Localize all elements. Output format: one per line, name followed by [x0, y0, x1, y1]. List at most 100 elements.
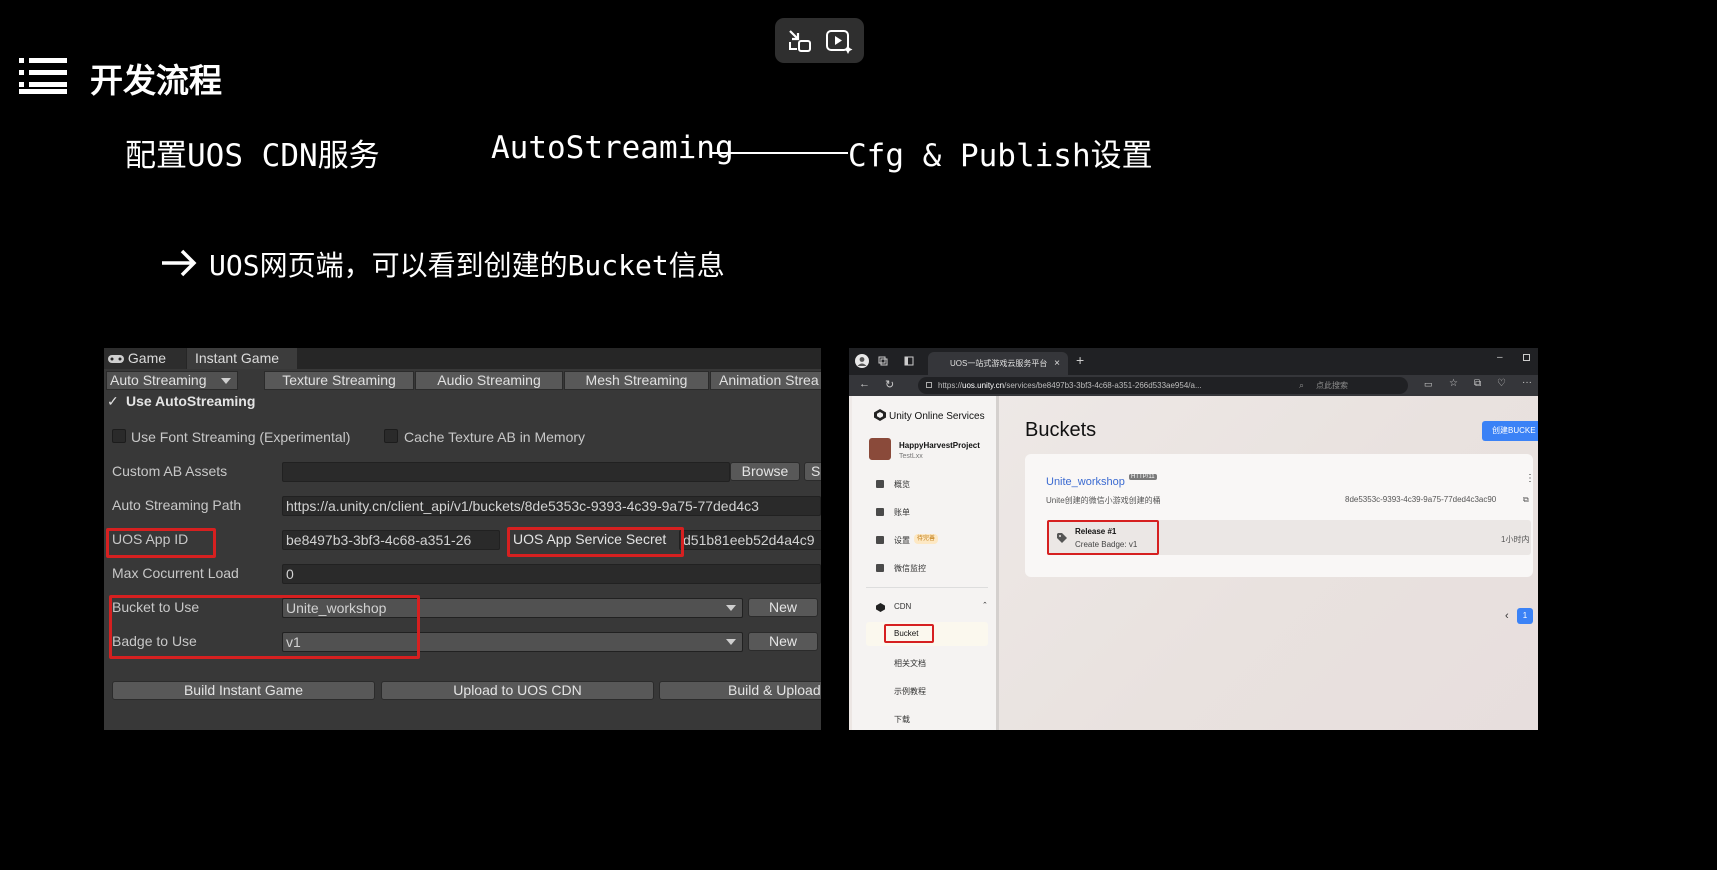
- highlight-app-secret: [507, 527, 684, 557]
- bucket-name-link[interactable]: Unite_workshop: [1046, 476, 1125, 488]
- extensions-icon[interactable]: ♡: [1497, 378, 1506, 389]
- arrow-right-icon: [160, 248, 198, 278]
- sidebar-item-overview[interactable]: 概览: [894, 479, 910, 490]
- max-load-field[interactable]: 0: [282, 564, 821, 584]
- build-and-upload-button[interactable]: Build & Upload: [659, 681, 821, 700]
- more-icon[interactable]: ···: [1522, 377, 1532, 388]
- unity-logo-icon: [874, 409, 886, 421]
- tab-game[interactable]: Game: [104, 348, 186, 369]
- wechat-monitor-icon: [876, 564, 884, 572]
- chevron-down-icon: [726, 639, 736, 645]
- tab-audio-streaming[interactable]: Audio Streaming: [415, 371, 563, 390]
- chevron-down-icon: [221, 378, 231, 384]
- url-host: uos.unity.cn: [962, 381, 1005, 390]
- mode-dropdown-value: Auto Streaming: [110, 372, 207, 388]
- url-path: /services/be8497b3-3bf3-4c68-a351-266d53…: [1004, 381, 1202, 390]
- secondary-browse-button[interactable]: S: [804, 462, 821, 481]
- sidebar-item-cdn[interactable]: CDN: [894, 602, 911, 611]
- sidebar-item-tutorials[interactable]: 示例教程: [894, 686, 926, 697]
- profile-icon[interactable]: [855, 354, 869, 368]
- tab-animation-streaming[interactable]: Animation Strea: [710, 371, 821, 390]
- close-tab-icon[interactable]: ×: [1054, 352, 1060, 375]
- highlight-bucket-nav: [884, 624, 934, 643]
- custom-ab-field[interactable]: [282, 462, 730, 482]
- sidebar-item-settings[interactable]: 设置: [894, 535, 910, 546]
- max-load-label: Max Cocurrent Load: [112, 565, 239, 581]
- use-autostreaming-label: Use AutoStreaming: [126, 393, 256, 409]
- browser-search-field[interactable]: ⌕ 点此搜索: [1290, 377, 1408, 394]
- bucket-protocol-badge: HTTP/11: [1129, 474, 1157, 480]
- back-icon[interactable]: ←: [859, 378, 870, 390]
- uos-app-id-field[interactable]: be8497b3-3bf3-4c68-a351-26: [282, 530, 500, 550]
- tab-texture-streaming[interactable]: Texture Streaming: [264, 371, 414, 390]
- pagination-page[interactable]: 1: [1517, 608, 1533, 624]
- tab-actions-icon[interactable]: [904, 356, 914, 366]
- subtitle-cdn: 配置UOS CDN服务: [125, 138, 380, 174]
- gamepad-icon: [108, 355, 124, 363]
- build-instant-game-button[interactable]: Build Instant Game: [112, 681, 375, 700]
- search-icon: ⌕: [1299, 380, 1305, 390]
- subtitle-publish: Cfg & Publish设置: [848, 138, 1153, 174]
- tab-mesh-streaming[interactable]: Mesh Streaming: [564, 371, 709, 390]
- browse-button[interactable]: Browse: [730, 462, 800, 481]
- browser-tab-title: UOS一站式游戏云服务平台: [950, 359, 1048, 368]
- new-tab-icon[interactable]: +: [1076, 352, 1084, 368]
- bullet-text: UOS网页端，可以看到创建的Bucket信息: [209, 249, 725, 282]
- cache-texture-checkbox[interactable]: [384, 429, 398, 443]
- chevron-up-icon[interactable]: ⌃: [982, 601, 988, 609]
- workspaces-icon[interactable]: [878, 356, 888, 366]
- create-bucket-button[interactable]: 创建BUCKE: [1482, 421, 1538, 441]
- bucket-id: 8de5353c-9393-4c39-9a75-77ded4c3ac90: [1345, 495, 1497, 504]
- uos-app-secret-field[interactable]: d51b81eeb52d4a4c9: [679, 530, 821, 550]
- favorites-icon[interactable]: ☆: [1449, 378, 1458, 389]
- browser-address-bar: ← ↻ https://uos.unity.cn/services/be8497…: [849, 375, 1538, 396]
- lock-icon: [926, 382, 932, 388]
- project-user: TestLxx: [899, 453, 923, 460]
- collections-icon[interactable]: ⧉: [1474, 378, 1481, 389]
- release-time: 1小时内: [1501, 535, 1530, 544]
- sidebar-item-download[interactable]: 下载: [894, 714, 910, 725]
- font-streaming-checkbox[interactable]: [112, 429, 126, 443]
- project-avatar: [869, 438, 891, 460]
- sidebar-item-billing[interactable]: 账单: [894, 507, 910, 518]
- cdn-icon: [876, 603, 885, 612]
- browser-tab[interactable]: UOS一站式游戏云服务平台 ×: [928, 352, 1068, 375]
- connector-line: [712, 152, 848, 154]
- bucket-description: Unite创建的微信小游戏创建的桶: [1046, 496, 1161, 505]
- sidebar-item-docs[interactable]: 相关文档: [894, 658, 926, 669]
- floating-toolbar: [775, 18, 864, 63]
- new-bucket-button[interactable]: New: [748, 598, 818, 617]
- url-prefix: https://: [938, 381, 963, 390]
- slide-title: 开发流程: [90, 61, 222, 100]
- bucket-card[interactable]: Unite_workshop HTTP/11 ⋮ Unite创建的微信小游戏创建…: [1025, 454, 1535, 577]
- url-field[interactable]: https://uos.unity.cn/services/be8497b3-3…: [918, 377, 1314, 394]
- sidebar-item-wechat-monitor[interactable]: 微信监控: [894, 563, 926, 574]
- checkmark-icon[interactable]: ✓: [107, 393, 119, 410]
- sidebar-divider: [866, 587, 988, 588]
- auto-streaming-path-label: Auto Streaming Path: [112, 497, 242, 513]
- exit-fullscreen-icon[interactable]: [785, 26, 815, 56]
- chevron-down-icon: [726, 605, 736, 611]
- maximize-icon[interactable]: [1523, 354, 1530, 361]
- refresh-icon[interactable]: ↻: [885, 378, 894, 391]
- auto-streaming-path-field[interactable]: https://a.unity.cn/client_api/v1/buckets…: [282, 496, 821, 516]
- upload-to-cdn-button[interactable]: Upload to UOS CDN: [381, 681, 654, 700]
- custom-ab-label: Custom AB Assets: [112, 463, 228, 479]
- reader-icon[interactable]: ▭: [1424, 379, 1433, 390]
- browser-search-placeholder: 点此搜索: [1316, 381, 1348, 390]
- new-badge-button[interactable]: New: [748, 632, 818, 651]
- mode-dropdown[interactable]: Auto Streaming: [106, 371, 238, 390]
- project-name[interactable]: HappyHarvestProject: [899, 441, 980, 450]
- chevron-left-icon[interactable]: ‹: [1505, 610, 1509, 622]
- highlight-release: [1047, 520, 1159, 555]
- tab-game-label: Game: [127, 350, 167, 366]
- tab-instant-game[interactable]: Instant Game: [187, 348, 297, 369]
- more-vertical-icon[interactable]: ⋮: [1525, 473, 1535, 484]
- minimize-icon[interactable]: –: [1497, 352, 1503, 363]
- ai-video-icon[interactable]: [824, 26, 854, 56]
- copy-icon[interactable]: ⧉: [1523, 495, 1529, 505]
- billing-icon: [876, 508, 884, 516]
- cache-texture-label: Cache Texture AB in Memory: [404, 429, 586, 445]
- uos-browser-window: UOS一站式游戏云服务平台 × + – ← ↻ https://uos.unit…: [849, 348, 1538, 730]
- release-row[interactable]: Release #1 Create Badge: v1 1小时内: [1047, 520, 1531, 555]
